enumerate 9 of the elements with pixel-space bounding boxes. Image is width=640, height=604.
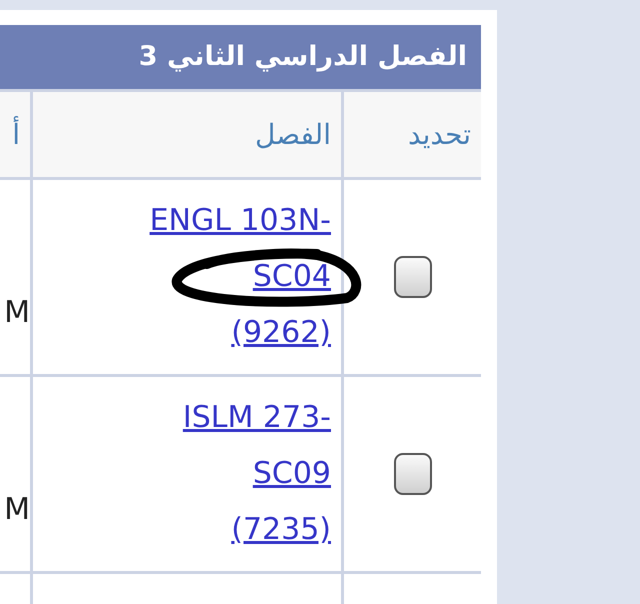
column-header: تحديد [408, 116, 471, 152]
column-header: أ [12, 115, 20, 152]
table-cell [0, 574, 30, 604]
table-cell-text: M [4, 294, 30, 332]
column-header: الفصل [255, 116, 331, 152]
table-title: الفصل الدراسي الثاني 3 [0, 25, 481, 89]
checkbox[interactable] [394, 453, 432, 495]
checkbox[interactable] [394, 256, 432, 298]
table-cell-text: M [4, 490, 30, 528]
